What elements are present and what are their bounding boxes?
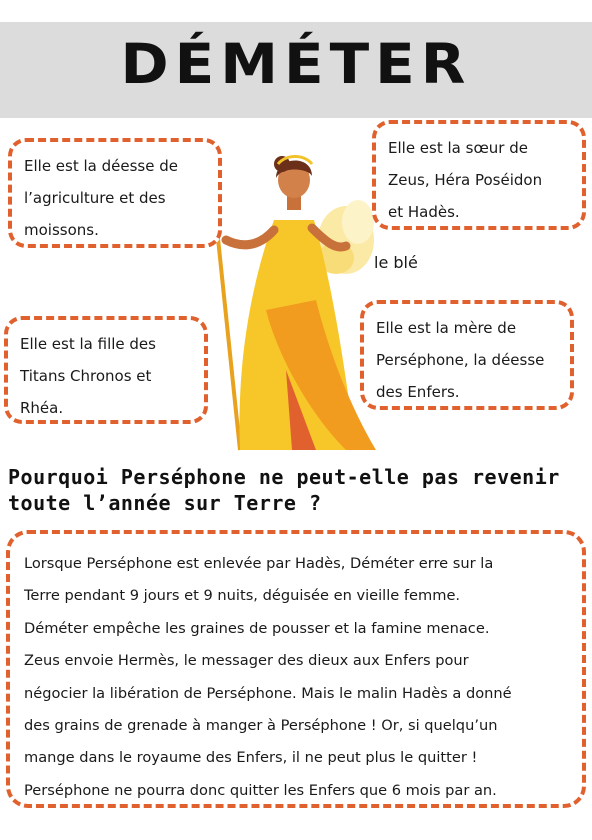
- info-line: Elle est la déesse de: [24, 157, 178, 175]
- story-line: Déméter empêche les graines de pousser e…: [24, 619, 490, 637]
- info-line: et Hadès.: [388, 203, 460, 221]
- info-box-mother: Elle est la mère de Perséphone, la déess…: [360, 300, 574, 410]
- info-line: Titans Chronos et: [20, 367, 152, 385]
- story-box: Lorsque Perséphone est enlevée par Hadès…: [6, 530, 586, 808]
- info-line: Rhéa.: [20, 399, 64, 417]
- story-line: mange dans le royaume des Enfers, il ne …: [24, 749, 478, 767]
- story-line: Perséphone ne pourra donc quitter les En…: [24, 781, 497, 799]
- info-box-sister: Elle est la sœur de Zeus, Héra Poséidon …: [372, 120, 586, 230]
- info-line: l’agriculture et des: [24, 189, 166, 207]
- question-heading: Pourquoi Perséphone ne peut-elle pas rev…: [8, 464, 588, 516]
- story-line: des grains de grenade à manger à Perséph…: [24, 717, 498, 735]
- demeter-illustration: [200, 155, 376, 451]
- story-line: négocier la libération de Perséphone. Ma…: [24, 684, 512, 702]
- info-line: Perséphone, la déesse: [376, 351, 545, 369]
- question-line: Pourquoi Perséphone ne peut-elle pas rev…: [8, 465, 560, 489]
- info-line: Zeus, Héra Poséidon: [388, 171, 543, 189]
- story-line: Lorsque Perséphone est enlevée par Hadès…: [24, 555, 494, 572]
- info-line: Elle est la fille des: [20, 335, 156, 353]
- info-line: des Enfers.: [376, 383, 460, 401]
- info-line: moissons.: [24, 221, 99, 239]
- wheat-label: le blé: [374, 253, 418, 272]
- story-line: Terre pendant 9 jours et 9 nuits, déguis…: [24, 587, 461, 605]
- info-box-agriculture: Elle est la déesse de l’agriculture et d…: [8, 138, 222, 248]
- story-line: Zeus envoie Hermès, le messager des dieu…: [24, 652, 469, 670]
- info-line: Elle est la sœur de: [388, 139, 528, 157]
- page-title: DÉMÉTER: [120, 31, 472, 97]
- info-line: Elle est la mère de: [376, 319, 517, 337]
- info-box-daughter: Elle est la fille des Titans Chronos et …: [4, 316, 208, 424]
- question-line: toute l’année sur Terre ?: [8, 491, 322, 515]
